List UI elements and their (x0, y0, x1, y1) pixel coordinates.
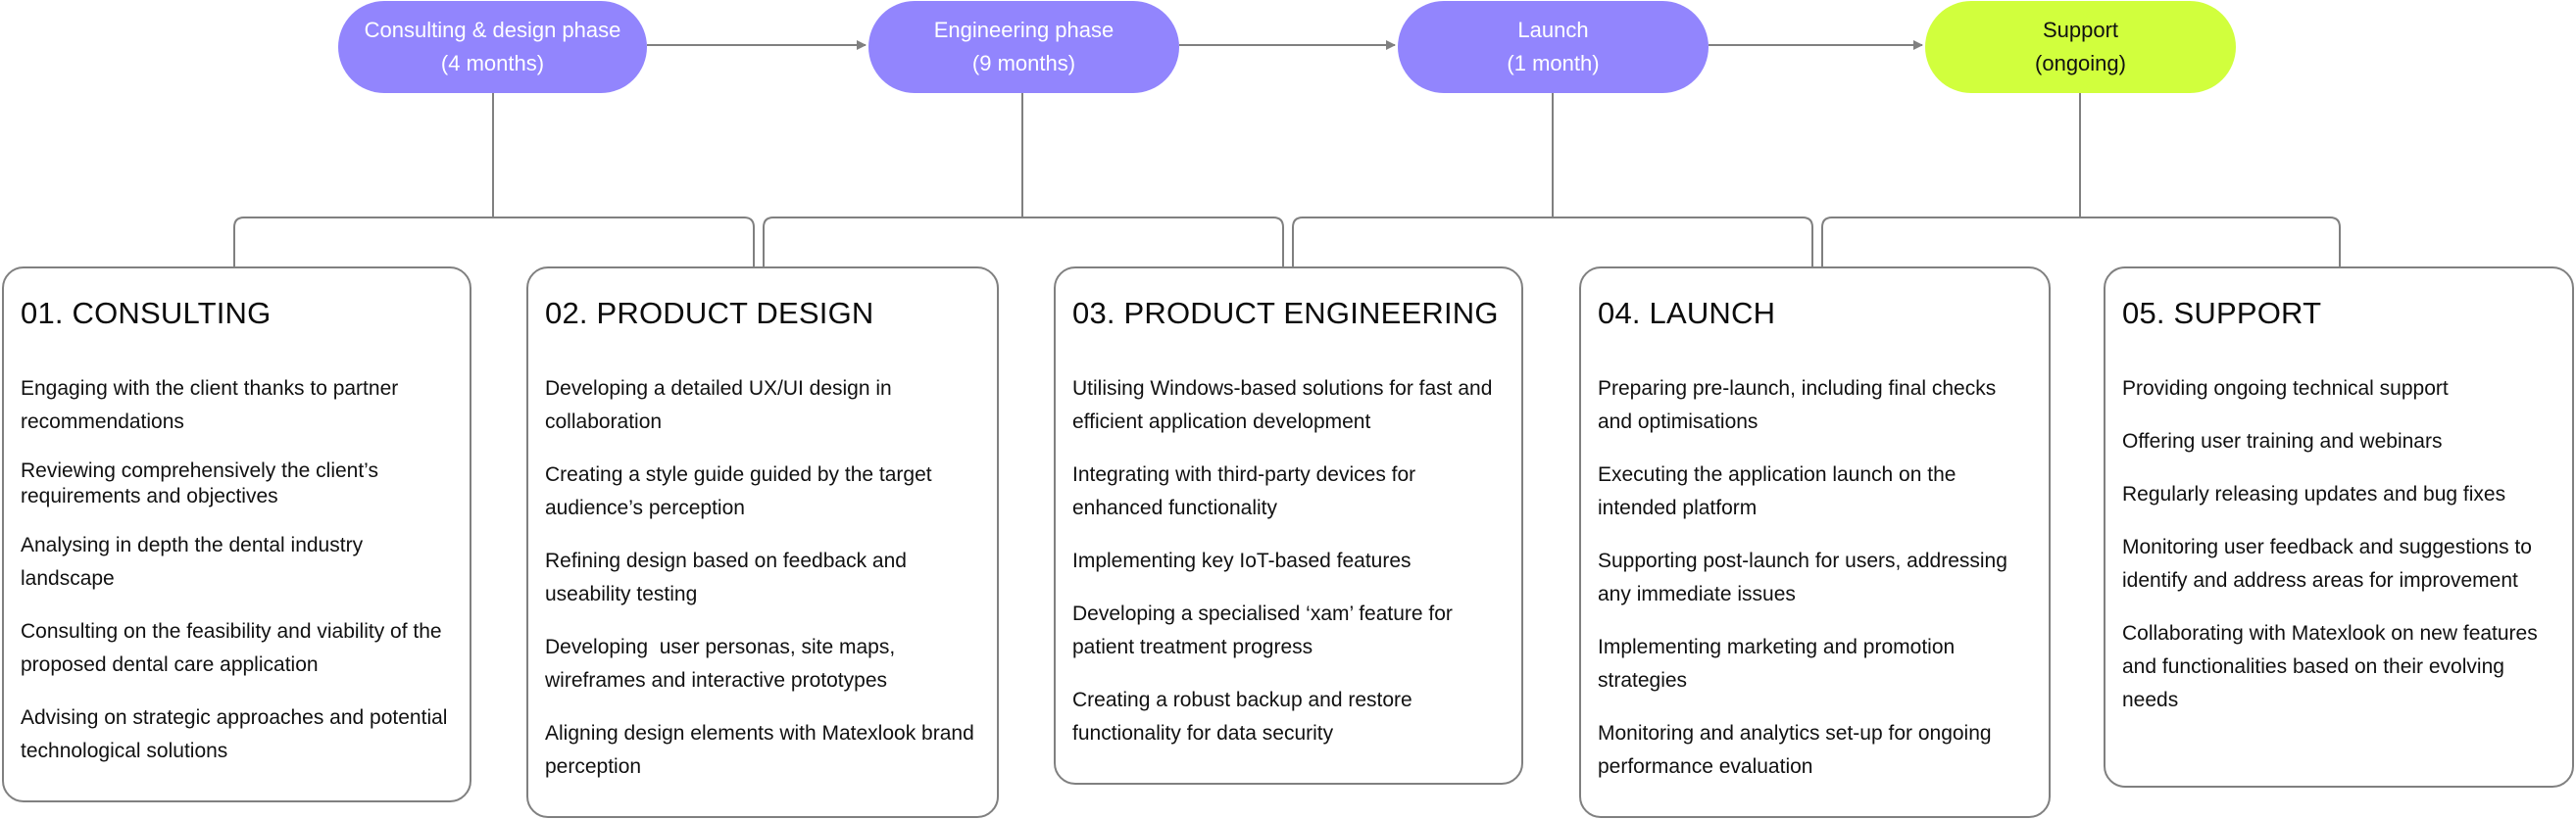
stage-items: Providing ongoing technical support Offe… (2122, 372, 2556, 717)
stage-item: Monitoring user feedback and suggestions… (2122, 536, 2532, 592)
stage-item: Implementing key IoT-based features (1072, 550, 1412, 572)
stage-title: 04. LAUNCH (1598, 296, 1776, 330)
stage-card-support: 05. SUPPORT Providing ongoing technical … (2104, 266, 2574, 788)
phase-support: Support (ongoing) (1925, 1, 2236, 93)
stage-item: Refining design based on feedback and us… (545, 550, 907, 605)
stage-item: Monitoring and analytics set-up for ongo… (1598, 722, 1992, 778)
stage-card-consulting: 01. CONSULTING Engaging with the client … (2, 266, 471, 802)
stage-item: Aligning design elements with Matexlook … (545, 722, 974, 778)
stage-title: 05. SUPPORT (2122, 296, 2322, 330)
stage-card-product-engineering: 03. PRODUCT ENGINEERING Utilising Window… (1054, 266, 1523, 785)
bracket-phase-3 (1292, 217, 1813, 266)
phase-title: Engineering phase (933, 18, 1115, 42)
stage-item: Providing ongoing technical support (2122, 377, 2449, 400)
stage-item: Executing the application launch on the … (1598, 463, 1957, 519)
phase-duration: (4 months) (440, 51, 545, 75)
stage-items: Utilising Windows-based solutions for fa… (1072, 372, 1506, 750)
stage-item: Engaging with the client thanks to partn… (21, 377, 399, 433)
stage-items: Engaging with the client thanks to partn… (21, 372, 454, 768)
bracket-phase-2 (763, 217, 1284, 266)
stage-title: 01. CONSULTING (21, 296, 272, 330)
stage-item: Collaborating with Matexlook on new feat… (2122, 622, 2538, 711)
stage-item: Integrating with third-party devices for… (1072, 463, 1416, 519)
stage-item: Preparing pre-launch, including final ch… (1598, 377, 1997, 433)
stage-card-launch: 04. LAUNCH Preparing pre-launch, includi… (1579, 266, 2051, 818)
stage-item: Developing a detailed UX/UI design in co… (545, 377, 892, 433)
stage-item: Analysing in depth the dental industry l… (21, 534, 364, 590)
bracket-phase-4 (1821, 217, 2341, 266)
phase-consulting-design: Consulting & design phase (4 months) (338, 1, 647, 93)
stage-item: Advising on strategic approaches and pot… (21, 706, 448, 762)
stage-item: Consulting on the feasibility and viabil… (21, 620, 442, 676)
stage-title: 03. PRODUCT ENGINEERING (1072, 296, 1499, 330)
bracket-phase-1 (233, 217, 755, 266)
stage-item: Creating a style guide guided by the tar… (545, 463, 932, 519)
phase-launch: Launch (1 month) (1398, 1, 1709, 93)
phase-title: Consulting & design phase (364, 18, 621, 42)
stage-item: Developing a specialised ‘xam’ feature f… (1072, 603, 1453, 658)
stage-title: 02. PRODUCT DESIGN (545, 296, 874, 330)
stage-items: Developing a detailed UX/UI design in co… (545, 372, 981, 784)
stage-item: Creating a robust backup and restore fun… (1072, 689, 1412, 745)
stage-item: Developing user personas, site maps, wir… (545, 636, 902, 692)
stage-item: Reviewing comprehensively the client’s r… (21, 459, 378, 507)
stage-item: Offering user training and webinars (2122, 430, 2443, 453)
stage-item: Implementing marketing and promotion str… (1598, 636, 1956, 692)
stage-items: Preparing pre-launch, including final ch… (1598, 372, 2033, 784)
phase-engineering: Engineering phase (9 months) (868, 1, 1179, 93)
phase-duration: (1 month) (1507, 51, 1600, 75)
phase-duration: (ongoing) (2035, 51, 2126, 75)
stage-item: Utilising Windows-based solutions for fa… (1072, 377, 1493, 433)
stage-item: Regularly releasing updates and bug fixe… (2122, 483, 2506, 506)
phase-title: Launch (1517, 18, 1589, 42)
phase-title: Support (2042, 18, 2119, 42)
stage-card-product-design: 02. PRODUCT DESIGN Developing a detailed… (526, 266, 999, 818)
stage-item: Supporting post-launch for users, addres… (1598, 550, 2007, 605)
phase-duration: (9 months) (971, 51, 1076, 75)
